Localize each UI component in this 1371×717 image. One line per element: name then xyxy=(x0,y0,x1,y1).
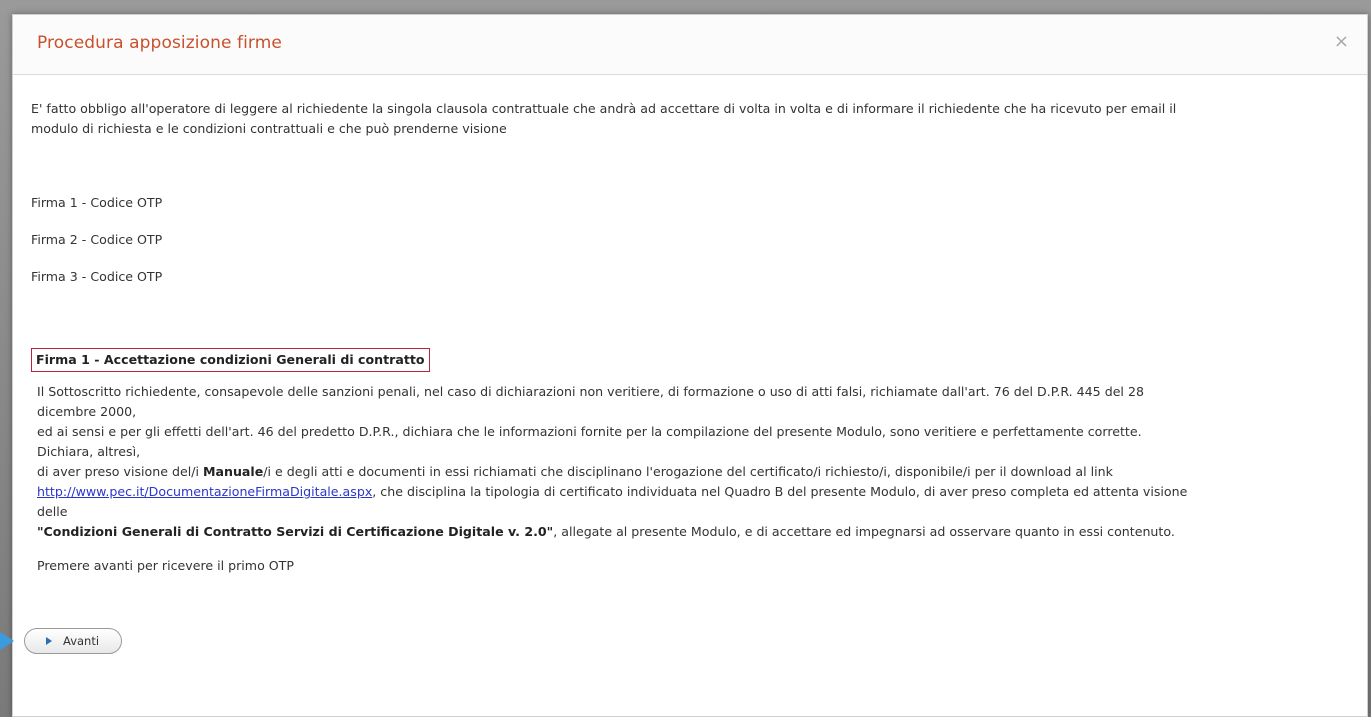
conditions-title-bold: "Condizioni Generali di Contratto Serviz… xyxy=(37,524,554,539)
clause-line: delle xyxy=(37,504,68,519)
clause-line: dicembre 2000, xyxy=(37,404,137,419)
dialog-titlebar: Procedura apposizione firme × xyxy=(13,15,1367,75)
otp-item-firma-1: Firma 1 - Codice OTP xyxy=(31,195,163,210)
clause-line: ed ai sensi e per gli effetti dell'art. … xyxy=(37,424,1142,439)
intro-text: E' fatto obbligo all'operatore di legger… xyxy=(31,99,1351,139)
avanti-button[interactable]: Avanti xyxy=(24,628,122,654)
contract-clause: Il Sottoscritto richiedente, consapevole… xyxy=(31,382,1356,542)
clause-line: di aver preso visione del/i Manuale/i e … xyxy=(37,462,1356,482)
firma-1-heading: Firma 1 - Accettazione condizioni Genera… xyxy=(31,348,430,372)
clause-text: , allegate al presente Modulo, e di acce… xyxy=(553,524,1175,539)
otp-item-firma-3: Firma 3 - Codice OTP xyxy=(31,269,163,284)
clause-line: Dichiara, altresì, xyxy=(37,444,141,459)
dialog-title: Procedura apposizione firme xyxy=(37,33,282,53)
play-arrow-icon xyxy=(46,637,52,645)
clause-line: Il Sottoscritto richiedente, consapevole… xyxy=(37,384,1144,399)
intro-line-2: modulo di richiesta e le condizioni cont… xyxy=(31,121,507,136)
clause-text: di aver preso visione del/i xyxy=(37,464,203,479)
close-icon[interactable]: × xyxy=(1334,32,1349,52)
clause-line: "Condizioni Generali di Contratto Serviz… xyxy=(37,522,1356,542)
clause-text: /i e degli atti e documenti in essi rich… xyxy=(263,464,1113,479)
firma-1-section: Firma 1 - Accettazione condizioni Genera… xyxy=(31,348,1356,576)
highlight-pointer-icon xyxy=(0,632,14,650)
avanti-button-label: Avanti xyxy=(63,634,100,648)
clause-text: , che disciplina la tipologia di certifi… xyxy=(372,484,1188,499)
premere-instruction: Premere avanti per ricevere il primo OTP xyxy=(37,558,294,573)
otp-item-firma-2: Firma 2 - Codice OTP xyxy=(31,232,163,247)
otp-list: Firma 1 - Codice OTP Firma 2 - Codice OT… xyxy=(31,193,162,304)
clause-line: http://www.pec.it/DocumentazioneFirmaDig… xyxy=(37,482,1356,502)
documentation-link[interactable]: http://www.pec.it/DocumentazioneFirmaDig… xyxy=(37,484,372,499)
manuale-bold: Manuale xyxy=(202,464,264,479)
intro-line-1: E' fatto obbligo all'operatore di legger… xyxy=(31,101,1177,116)
signature-dialog: Procedura apposizione firme × E' fatto o… xyxy=(12,14,1368,717)
